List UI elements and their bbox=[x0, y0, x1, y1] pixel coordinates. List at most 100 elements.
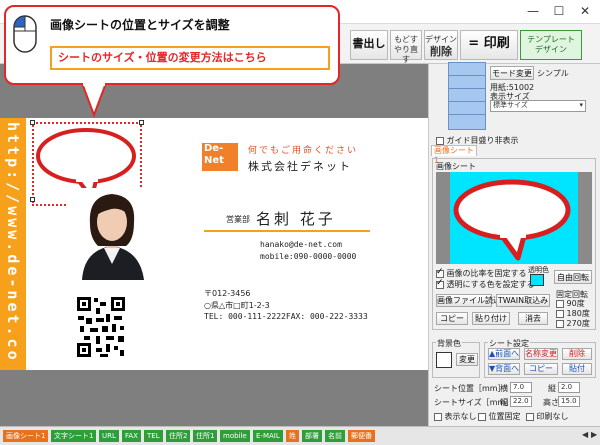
print-button[interactable]: = 印刷 bbox=[460, 30, 518, 60]
rotate-270-option[interactable]: 270度 bbox=[556, 318, 590, 329]
design-delete-line2: 削除 bbox=[430, 45, 452, 58]
transparent-checkbox[interactable] bbox=[436, 278, 444, 289]
rotate-180-checkbox[interactable] bbox=[556, 309, 564, 318]
template-line1: テンプレート bbox=[527, 35, 575, 44]
sheet-tab[interactable]: URL bbox=[99, 430, 119, 442]
paste-image-button[interactable]: 貼り付け bbox=[472, 312, 510, 325]
tab-scroll-right-icon[interactable]: ▶ bbox=[591, 430, 597, 439]
no-print-checkbox[interactable] bbox=[526, 412, 534, 421]
minimize-button[interactable]: — bbox=[522, 3, 544, 19]
sheet-tab[interactable]: FAX bbox=[122, 430, 141, 442]
sheet-position-label: シート位置［mm］ bbox=[434, 384, 506, 393]
width-field[interactable]: 22.0 bbox=[510, 396, 532, 407]
callout-title: 画像シートの位置とサイズを調整 bbox=[50, 18, 230, 32]
resize-handle-bl[interactable] bbox=[30, 197, 35, 202]
undo-redo-button[interactable]: もどす やり直す bbox=[390, 30, 422, 64]
help-link[interactable]: シートのサイズ・位置の変更方法はこちら bbox=[50, 46, 330, 70]
transparent-label: 透明にする色を設定する bbox=[446, 280, 535, 289]
print-label: 印刷 bbox=[483, 36, 510, 51]
rotate-270-label: 270度 bbox=[566, 319, 590, 328]
copy-sheet-button[interactable]: コピー bbox=[524, 363, 558, 375]
design-delete-button[interactable]: デザイン 削除 bbox=[424, 30, 458, 60]
keep-ratio-checkbox[interactable] bbox=[436, 267, 444, 278]
hide-label: 表示なし bbox=[444, 412, 477, 421]
sheet-tab[interactable]: mobile bbox=[220, 430, 250, 442]
pos-y-field[interactable]: 2.0 bbox=[558, 382, 580, 393]
sheet-tab[interactable]: 郵便番 bbox=[348, 430, 375, 442]
sheet-tab[interactable]: E-MAIL bbox=[253, 430, 283, 442]
design-delete-line1: デザイン bbox=[425, 35, 457, 44]
load-image-file-button[interactable]: 画像ファイル読込 bbox=[436, 294, 501, 307]
erase-image-button[interactable]: 消去 bbox=[518, 312, 548, 325]
lock-position-checkbox[interactable] bbox=[478, 412, 486, 421]
close-button[interactable]: ✕ bbox=[574, 3, 596, 19]
sheet-tab[interactable]: TEL bbox=[144, 430, 163, 442]
delete-sheet-button[interactable]: 削除 bbox=[562, 348, 592, 360]
background-color-swatch[interactable] bbox=[436, 352, 452, 368]
qr-code-image bbox=[76, 296, 126, 358]
no-print-option[interactable]: 印刷なし bbox=[526, 411, 569, 422]
height-label: 高さ bbox=[543, 398, 559, 407]
export-button[interactable]: 書出し bbox=[350, 30, 388, 60]
display-size-value: 標準サイズ bbox=[493, 101, 528, 109]
url-vertical-text: http://www.de-net.co bbox=[4, 122, 22, 363]
name-underline bbox=[204, 230, 370, 232]
transparent-color-swatch[interactable] bbox=[530, 274, 544, 286]
url-vertical-band: http://www.de-net.co bbox=[0, 118, 26, 370]
free-rotate-button[interactable]: 自由回転 bbox=[554, 270, 592, 284]
guide-label: ガイド目盛り非表示 bbox=[446, 136, 519, 145]
resize-handle-tl[interactable] bbox=[30, 120, 35, 125]
maximize-button[interactable]: ☐ bbox=[548, 3, 570, 19]
pos-x-field[interactable]: 7.0 bbox=[510, 382, 532, 393]
change-color-button[interactable]: 変更 bbox=[456, 353, 478, 366]
sheet-tab[interactable]: 画像シート1 bbox=[3, 430, 49, 442]
tab-scroll-left-icon[interactable]: ◀ bbox=[582, 430, 588, 439]
sheet-tab[interactable]: 住所2 bbox=[166, 430, 191, 442]
department: 営業部 bbox=[226, 215, 250, 224]
keep-ratio-option[interactable]: 画像の比率を固定する bbox=[436, 267, 527, 279]
mouse-icon bbox=[13, 15, 37, 53]
transparent-option[interactable]: 透明にする色を設定する bbox=[436, 278, 535, 290]
lock-position-option[interactable]: 位置固定 bbox=[478, 411, 521, 422]
undo-label: もどす bbox=[394, 35, 418, 44]
image-sheet-group-label: 画像シート bbox=[436, 162, 476, 171]
sheet-tab[interactable]: 名前 bbox=[325, 430, 345, 442]
tagline: 何でもご用命ください bbox=[248, 146, 359, 156]
sheet-tab[interactable]: 部署 bbox=[302, 430, 322, 442]
hide-option[interactable]: 表示なし bbox=[434, 411, 477, 422]
sheet-tab[interactable]: 住所1 bbox=[193, 430, 218, 442]
address: ○県△市□町1-2-3 bbox=[204, 301, 270, 310]
keep-ratio-label: 画像の比率を固定する bbox=[446, 269, 527, 278]
height-field[interactable]: 15.0 bbox=[558, 396, 580, 407]
display-size-select[interactable]: 標準サイズ ▾ bbox=[490, 100, 586, 112]
image-preview bbox=[436, 172, 592, 264]
bring-front-button[interactable]: ▲前面へ bbox=[488, 348, 520, 360]
copy-image-button[interactable]: コピー bbox=[436, 312, 468, 325]
logo-line1: De- bbox=[204, 143, 224, 154]
resize-handle-tr[interactable] bbox=[139, 120, 144, 125]
logo-line2: Net bbox=[204, 155, 224, 166]
tab-image-sheet[interactable]: 画像シート1 bbox=[431, 145, 477, 165]
rename-button[interactable]: 名称変更 bbox=[524, 348, 558, 360]
chevron-down-icon: ▾ bbox=[579, 101, 583, 109]
rotate-90-checkbox[interactable] bbox=[556, 299, 564, 308]
twain-import-button[interactable]: TWAIN取込み bbox=[496, 294, 550, 307]
rotate-270-checkbox[interactable] bbox=[556, 319, 564, 328]
guide-checkbox[interactable] bbox=[436, 136, 444, 145]
send-back-button[interactable]: ▼背面へ bbox=[488, 363, 520, 375]
print-equals-icon: = bbox=[468, 36, 480, 51]
hide-checkbox[interactable] bbox=[434, 412, 442, 421]
template-design-button[interactable]: テンプレート デザイン bbox=[520, 30, 582, 60]
mode-change-button[interactable]: モード変更 bbox=[490, 66, 534, 80]
layout-preview[interactable] bbox=[448, 62, 486, 130]
portrait-photo bbox=[68, 188, 156, 280]
simple-mode-label: シンプル bbox=[537, 69, 569, 78]
sheet-tab[interactable]: 姓 bbox=[286, 430, 299, 442]
paste-sheet-button[interactable]: 貼付 bbox=[562, 363, 592, 375]
email: hanako@de-net.com bbox=[260, 240, 342, 249]
mobile: mobile:090-0000-0000 bbox=[260, 252, 357, 261]
rotate-180-label: 180度 bbox=[566, 309, 590, 318]
person-name: 名刺 花子 bbox=[256, 210, 336, 228]
sheet-tab[interactable]: 文字シート1 bbox=[51, 430, 97, 442]
rotate-90-label: 90度 bbox=[566, 299, 585, 308]
